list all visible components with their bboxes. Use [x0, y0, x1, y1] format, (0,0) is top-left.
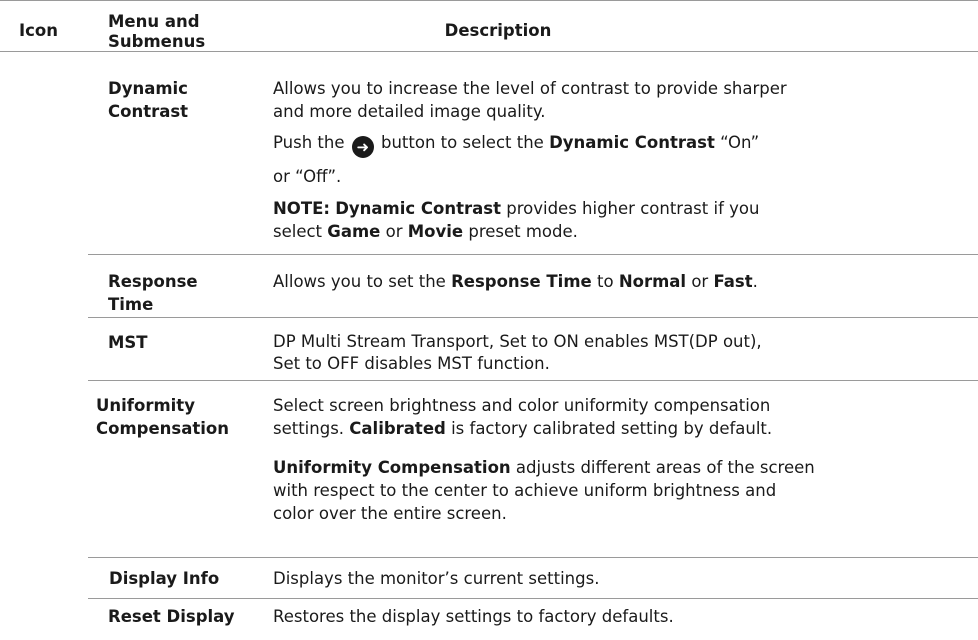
note-text: preset mode. [468, 222, 578, 241]
header-menu-column: Menu and Submenus [108, 12, 205, 52]
note-text: provides higher contrast if you [506, 199, 760, 218]
menu-dynamic-contrast: Dynamic Contrast [108, 77, 188, 123]
desc-line: Allows you to increase the level of cont… [273, 79, 787, 98]
desc-line: and more detailed image quality. [273, 102, 546, 121]
table-row-reset-display: Reset Display Restores the display setti… [88, 599, 978, 640]
desc-bold: Calibrated [349, 419, 446, 438]
header-icon-column: Icon [19, 21, 59, 40]
table-row-dynamic-contrast: Dynamic Contrast Allows you to increase … [88, 51, 978, 255]
menu-line2: Time [108, 295, 154, 314]
desc-line: Select screen brightness and color unifo… [273, 396, 771, 415]
note-movie: Movie [407, 222, 464, 241]
desc-text: settings. [273, 419, 345, 438]
note-game: Game [327, 222, 381, 241]
note-text: select [273, 222, 323, 241]
desc-paragraph-uniformity: Uniformity Compensation adjusts differen… [273, 456, 968, 479]
header-menu-line2: Submenus [108, 32, 206, 51]
desc-line: Set to OFF disables MST function. [273, 354, 550, 373]
menu-uniformity-compensation: Uniformity Compensation [96, 394, 229, 440]
description-display-info: Displays the monitor’s current settings. [273, 569, 600, 588]
table-row-mst: MST DP Multi Stream Transport, Set to ON… [88, 318, 978, 381]
description-dynamic-contrast: Allows you to increase the level of cont… [273, 77, 973, 243]
desc-bold: Normal [618, 272, 687, 291]
note-text: or [385, 222, 403, 241]
desc-bold: Uniformity Compensation [273, 458, 511, 477]
menu-response-time: Response Time [108, 270, 198, 316]
note-label: NOTE: [273, 199, 330, 218]
desc-line: with respect to the center to achieve un… [273, 481, 777, 500]
description-mst: DP Multi Stream Transport, Set to ON ena… [273, 331, 973, 375]
desc-text: Push the [273, 133, 345, 152]
desc-text: Allows you to set the [273, 272, 446, 291]
desc-bold: Response Time [451, 272, 592, 291]
menu-display-info: Display Info [109, 569, 220, 588]
desc-bold: Dynamic Contrast [549, 133, 715, 152]
menu-line2: Compensation [96, 419, 229, 438]
desc-bold: Fast [713, 272, 753, 291]
menu-mst: MST [108, 333, 148, 352]
desc-line: or “Off”. [273, 167, 342, 186]
table-header: Icon Menu and Submenus Description [0, 0, 978, 52]
header-description-column: Description [444, 21, 552, 40]
desc-text: or [691, 272, 709, 291]
desc-text: button to select the [381, 133, 544, 152]
desc-line-2: settings. Calibrated is factory calibrat… [273, 417, 968, 440]
desc-text: adjusts different areas of the screen [515, 458, 815, 477]
table-row-display-info: Display Info Displays the monitor’s curr… [88, 558, 978, 599]
desc-text: . [752, 272, 758, 291]
desc-paragraph-push: Push the ➜ button to select the Dynamic … [273, 131, 973, 158]
desc-text: to [596, 272, 614, 291]
desc-line: DP Multi Stream Transport, Set to ON ena… [273, 332, 762, 351]
desc-note: NOTE: Dynamic Contrast provides higher c… [273, 197, 973, 220]
desc-text: “On” [720, 133, 760, 152]
description-uniformity-compensation: Select screen brightness and color unifo… [273, 394, 968, 525]
desc-line: color over the entire screen. [273, 504, 507, 523]
description-response-time: Allows you to set the Response Time to N… [273, 270, 973, 293]
table-row-response-time: Response Time Allows you to set the Resp… [88, 255, 978, 318]
table-row-uniformity-compensation: Uniformity Compensation Select screen br… [88, 381, 978, 558]
description-reset-display: Restores the display settings to factory… [273, 607, 674, 626]
desc-text: is factory calibrated setting by default… [451, 419, 773, 438]
note-bold: Dynamic Contrast [335, 199, 501, 218]
arrow-right-circle-icon: ➜ [351, 136, 374, 158]
menu-line2: Contrast [108, 102, 189, 121]
header-menu-line1: Menu and [108, 12, 200, 31]
menu-reset-display: Reset Display [108, 607, 235, 626]
menu-line1: Uniformity [96, 396, 195, 415]
desc-note-line2: select Game or Movie preset mode. [273, 220, 973, 243]
menu-line1: Dynamic [108, 79, 188, 98]
menu-line1: Response [108, 272, 198, 291]
